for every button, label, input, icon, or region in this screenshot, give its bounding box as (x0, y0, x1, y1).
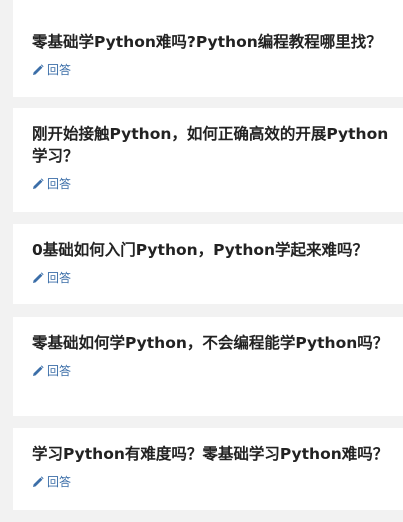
question-title-link[interactable]: 零基础如何学Python，不会编程能学Python吗？ (32, 332, 397, 354)
pencil-icon (33, 177, 44, 189)
question-card: 零基础如何学Python，不会编程能学Python吗？ 回答 (13, 317, 403, 416)
answer-button[interactable]: 回答 (32, 473, 71, 490)
pencil-icon (33, 364, 44, 376)
answer-label: 回答 (47, 364, 72, 378)
pencil-icon (33, 475, 44, 487)
question-list: 零基础学Python难吗?Python编程教程哪里找？ 回答 刚开始接触Pyth… (0, 0, 403, 522)
question-card: 零基础学Python难吗?Python编程教程哪里找？ 回答 (13, 0, 403, 97)
question-title-link[interactable]: 学习Python有难度吗？零基础学习Python难吗？ (32, 443, 397, 465)
pencil-icon (33, 63, 44, 75)
answer-label: 回答 (47, 63, 72, 77)
question-title-link[interactable]: 零基础学Python难吗?Python编程教程哪里找？ (32, 31, 397, 53)
answer-button[interactable]: 回答 (32, 269, 71, 286)
question-title-link[interactable]: 刚开始接触Python，如何正确高效的开展Python学习？ (32, 123, 397, 167)
answer-button[interactable]: 回答 (32, 175, 71, 192)
pencil-icon (33, 271, 44, 283)
question-card: 0基础如何入门Python，Python学起来难吗？ 回答 (13, 224, 403, 304)
question-title-link[interactable]: 0基础如何入门Python，Python学起来难吗？ (32, 239, 397, 261)
answer-button[interactable]: 回答 (32, 61, 71, 78)
answer-label: 回答 (47, 475, 72, 489)
answer-label: 回答 (47, 177, 72, 191)
question-card: 刚开始接触Python，如何正确高效的开展Python学习？ 回答 (13, 108, 403, 212)
question-card: 学习Python有难度吗？零基础学习Python难吗？ 回答 (13, 428, 403, 510)
answer-label: 回答 (47, 271, 72, 285)
answer-button[interactable]: 回答 (32, 362, 71, 379)
